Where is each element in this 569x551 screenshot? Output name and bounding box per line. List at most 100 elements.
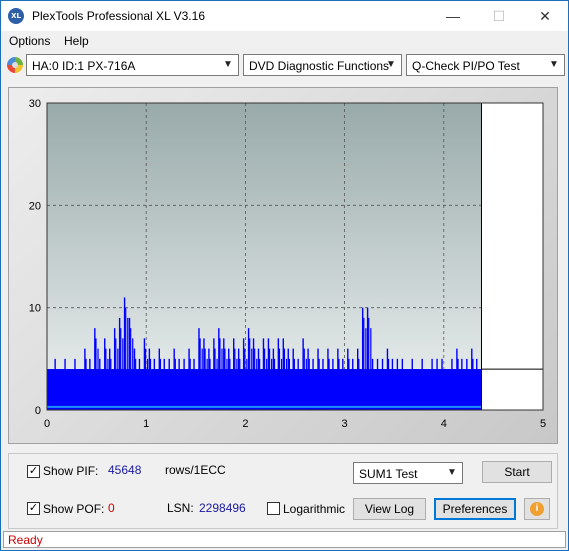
bar bbox=[431, 358, 433, 410]
info-button[interactable]: i bbox=[524, 498, 550, 520]
view-log-button[interactable]: View Log bbox=[353, 498, 426, 520]
bar bbox=[94, 328, 96, 410]
pif-unit: rows/1ECC bbox=[165, 463, 226, 477]
bar bbox=[120, 328, 122, 410]
app-icon: XL bbox=[8, 8, 24, 24]
bar bbox=[79, 369, 81, 410]
bar bbox=[252, 338, 255, 410]
bar bbox=[84, 348, 86, 410]
bar bbox=[198, 328, 200, 410]
minimize-button[interactable]: — bbox=[430, 1, 476, 31]
bar bbox=[325, 369, 327, 410]
bar bbox=[273, 358, 276, 410]
bar bbox=[97, 348, 99, 410]
bar bbox=[241, 369, 243, 410]
status-text: Ready bbox=[8, 533, 43, 547]
bar bbox=[166, 369, 169, 410]
logarithmic-label: Logarithmic bbox=[283, 502, 346, 516]
bar bbox=[206, 358, 208, 410]
bar bbox=[64, 358, 66, 410]
bar bbox=[353, 369, 355, 410]
x-tick-label: 2 bbox=[242, 418, 248, 430]
bar bbox=[477, 369, 479, 410]
bar bbox=[303, 348, 305, 410]
bar bbox=[199, 338, 201, 410]
bar bbox=[454, 369, 456, 410]
preferences-button[interactable]: Preferences bbox=[434, 498, 516, 520]
bar bbox=[358, 358, 360, 410]
title-bar[interactable]: XL PlexTools Professional XL V3.16 — ☐ ✕ bbox=[1, 1, 568, 31]
bar bbox=[154, 369, 157, 410]
bar bbox=[292, 348, 294, 410]
bar bbox=[188, 348, 190, 410]
bar bbox=[163, 358, 165, 410]
menu-options[interactable]: Options bbox=[9, 34, 50, 48]
bar bbox=[218, 328, 220, 410]
function-select[interactable]: DVD Diagnostic Functions ▼ bbox=[243, 54, 402, 76]
bar bbox=[70, 369, 72, 410]
start-button[interactable]: Start bbox=[482, 461, 552, 483]
bar bbox=[138, 358, 141, 410]
bar bbox=[310, 369, 312, 410]
bar bbox=[191, 369, 193, 410]
bar bbox=[451, 358, 453, 410]
bar bbox=[115, 338, 117, 410]
bar bbox=[406, 369, 408, 410]
bar bbox=[363, 317, 365, 410]
bar bbox=[462, 369, 464, 410]
bar bbox=[194, 369, 196, 410]
bar bbox=[446, 369, 448, 410]
unscanned-area bbox=[481, 103, 543, 410]
bar bbox=[424, 369, 426, 410]
bar bbox=[277, 338, 280, 410]
bar bbox=[293, 358, 295, 410]
bar bbox=[338, 358, 340, 410]
bar bbox=[287, 348, 289, 410]
maximize-button[interactable]: ☐ bbox=[476, 1, 522, 31]
bar bbox=[348, 358, 350, 410]
window-title: PlexTools Professional XL V3.16 bbox=[32, 9, 205, 23]
bar bbox=[391, 358, 394, 410]
bar bbox=[261, 369, 263, 410]
show-pif-checkbox[interactable]: ✓ bbox=[27, 465, 40, 478]
bar bbox=[307, 348, 309, 410]
bar bbox=[436, 358, 438, 410]
bar bbox=[461, 358, 463, 410]
logarithmic-checkbox[interactable] bbox=[267, 502, 280, 515]
bar bbox=[65, 369, 67, 410]
bar bbox=[390, 369, 392, 410]
bar bbox=[204, 348, 206, 410]
bar bbox=[312, 358, 314, 410]
show-pof-checkbox[interactable]: ✓ bbox=[27, 502, 40, 515]
bar bbox=[246, 358, 248, 410]
bar bbox=[100, 369, 102, 410]
bar bbox=[330, 369, 332, 410]
bar bbox=[479, 369, 481, 410]
bar bbox=[429, 369, 431, 410]
bar bbox=[140, 369, 142, 410]
bar bbox=[249, 338, 251, 410]
bar bbox=[409, 369, 412, 410]
bar bbox=[117, 348, 119, 410]
bar bbox=[226, 358, 228, 410]
bar bbox=[148, 348, 151, 410]
bar bbox=[262, 338, 265, 410]
y-axis: 30 20 10 0 bbox=[29, 98, 41, 417]
menu-help[interactable]: Help bbox=[64, 34, 89, 48]
bar bbox=[171, 369, 174, 410]
bar bbox=[209, 358, 211, 410]
bar bbox=[151, 369, 154, 410]
bar bbox=[110, 358, 112, 410]
bar bbox=[380, 369, 382, 410]
info-icon: i bbox=[530, 502, 544, 516]
bar bbox=[282, 338, 284, 410]
drive-select[interactable]: HA:0 ID:1 PX-716A ▼ bbox=[26, 54, 239, 76]
x-tick-label: 3 bbox=[342, 418, 348, 430]
bar bbox=[92, 369, 94, 410]
bar bbox=[208, 348, 210, 410]
test-select[interactable]: Q-Check PI/PO Test ▼ bbox=[406, 54, 565, 76]
close-button[interactable]: ✕ bbox=[522, 1, 568, 31]
bar bbox=[54, 358, 56, 410]
sum-test-select[interactable]: SUM1 Test ▼ bbox=[353, 462, 463, 484]
y-tick-label: 10 bbox=[29, 303, 41, 315]
